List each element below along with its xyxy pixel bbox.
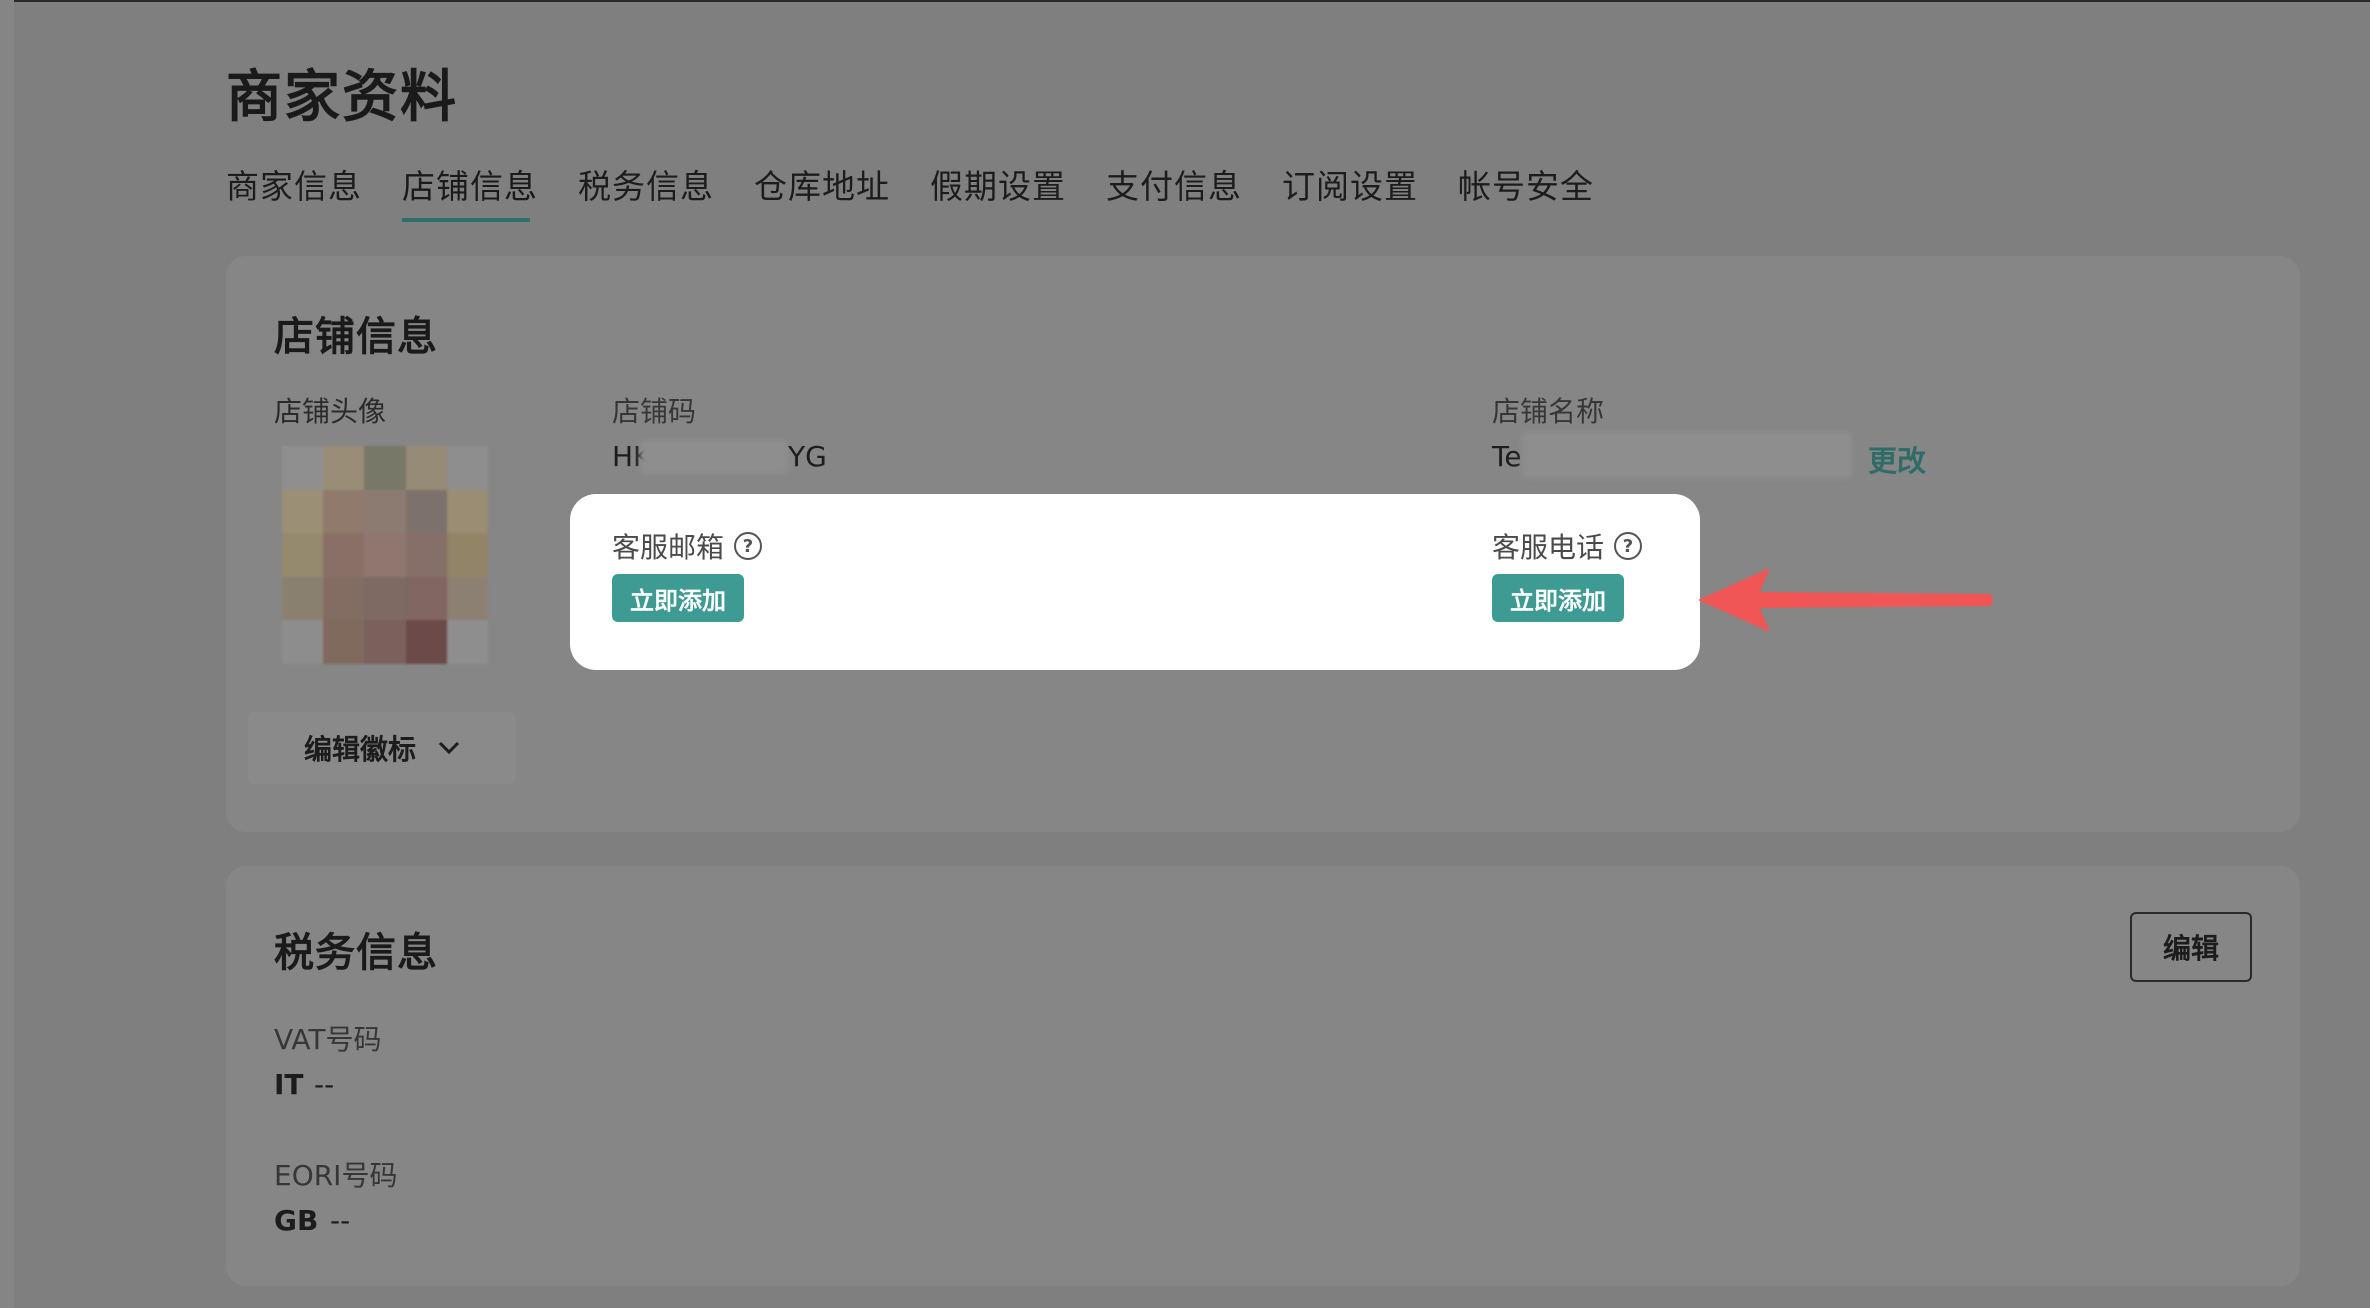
tab-tax-info[interactable]: 税务信息 (578, 160, 714, 208)
vat-number-label: VAT号码 (274, 1023, 382, 1056)
change-store-name-link[interactable]: 更改 (1868, 438, 1926, 480)
store-avatar-label: 店铺头像 (274, 395, 387, 428)
eori-country-code: GB (274, 1204, 319, 1237)
store-info-heading: 店铺信息 (274, 314, 438, 360)
store-code-suffix: YG (788, 440, 827, 473)
red-arrow-icon (1698, 568, 1993, 632)
edit-logo-button[interactable]: 编辑徽标 (248, 712, 516, 784)
store-name-redacted (1522, 432, 1852, 478)
eori-number-value: -- (330, 1204, 351, 1237)
tab-account-security[interactable]: 帐号安全 (1458, 160, 1594, 208)
edit-logo-label: 编辑徽标 (303, 733, 416, 766)
cs-phone-label: 客服电话 (1492, 531, 1605, 564)
active-tab-indicator (402, 218, 530, 222)
question-circle-icon[interactable]: ? (1614, 532, 1643, 560)
window-top-border (0, 0, 2370, 2)
store-code-label: 店铺码 (612, 395, 697, 428)
tab-warehouse-address[interactable]: 仓库地址 (754, 160, 890, 208)
cs-email-label: 客服邮箱 (612, 531, 725, 564)
store-code-redacted (640, 440, 788, 474)
page-title: 商家资料 (226, 65, 458, 130)
store-name-label: 店铺名称 (1492, 395, 1605, 428)
store-avatar (282, 446, 488, 664)
tab-merchant-info[interactable]: 商家信息 (226, 160, 362, 208)
tab-subscription-settings[interactable]: 订阅设置 (1282, 160, 1418, 208)
tax-info-heading: 税务信息 (274, 930, 438, 976)
cs-phone-label-group: 客服电话 ? (1492, 526, 1643, 566)
add-cs-phone-button[interactable]: 立即添加 (1492, 574, 1624, 622)
add-cs-email-button[interactable]: 立即添加 (612, 574, 744, 622)
tab-holiday-settings[interactable]: 假期设置 (930, 160, 1066, 208)
tab-payment-info[interactable]: 支付信息 (1106, 160, 1242, 208)
question-circle-icon[interactable]: ? (734, 532, 763, 560)
tab-store-info[interactable]: 店铺信息 (402, 160, 538, 208)
edit-tax-info-button[interactable]: 编辑 (2130, 912, 2252, 982)
left-edge-strip (0, 0, 14, 1308)
chevron-down-icon (438, 741, 460, 755)
store-name-prefix: Te (1492, 440, 1522, 473)
tax-info-card (226, 866, 2300, 1286)
vat-country-code: IT (274, 1068, 304, 1101)
cs-email-label-group: 客服邮箱 ? (612, 526, 763, 566)
eori-number-label: EORI号码 (274, 1159, 398, 1192)
customer-service-highlight: 客服邮箱 ? 立即添加 客服电话 ? 立即添加 (570, 494, 1700, 670)
vat-number-value: -- (314, 1068, 335, 1101)
